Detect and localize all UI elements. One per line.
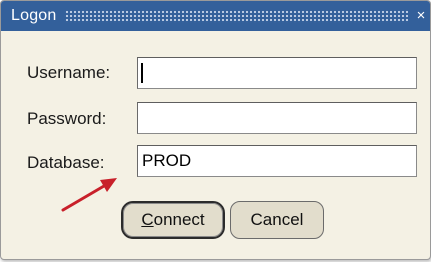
cancel-button[interactable]: Cancel bbox=[230, 201, 324, 239]
connect-button[interactable]: Connect bbox=[121, 201, 225, 239]
connect-label: onnect bbox=[153, 210, 205, 229]
cancel-label: Cancel bbox=[250, 210, 304, 229]
logon-dialog: Logon × Username: Password: Database: Co… bbox=[0, 0, 431, 260]
connect-mnemonic: C bbox=[141, 210, 154, 229]
